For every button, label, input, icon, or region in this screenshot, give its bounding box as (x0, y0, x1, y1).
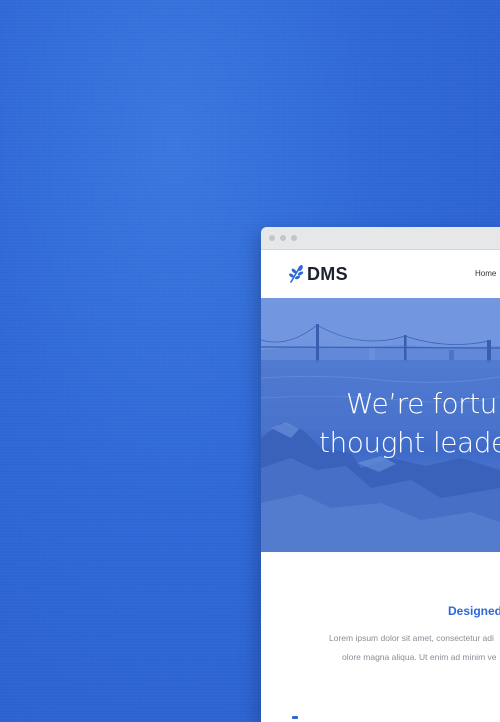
hero-heading-line-2: thought leade (319, 426, 500, 459)
intro-section: Designed Lorem ipsum dolor sit amet, con… (261, 552, 500, 722)
hero-banner: We’re fortun thought leade (261, 298, 500, 552)
section-title: Designed (448, 604, 500, 618)
nav-item-home[interactable]: Home (475, 269, 496, 278)
site-header: DMS Home (261, 250, 500, 298)
window-close-dot-icon[interactable] (269, 235, 275, 241)
hero-heading-line-1: We’re fortun (346, 387, 500, 420)
site-logo[interactable]: DMS (288, 264, 348, 285)
hero-background-image (261, 298, 500, 552)
section-paragraph-line-2: olore magna aliqua. Ut enim ad minim ve (342, 652, 497, 662)
next-section-accent (292, 716, 298, 719)
logo-text: DMS (307, 263, 348, 284)
section-paragraph-line-1: Lorem ipsum dolor sit amet, consectetur … (329, 633, 494, 643)
browser-title-bar (261, 227, 500, 250)
browser-window: DMS Home We’re fortun thought leade Desi… (261, 227, 500, 722)
window-minimize-dot-icon[interactable] (280, 235, 286, 241)
window-maximize-dot-icon[interactable] (291, 235, 297, 241)
leaf-sprig-icon (289, 265, 304, 283)
